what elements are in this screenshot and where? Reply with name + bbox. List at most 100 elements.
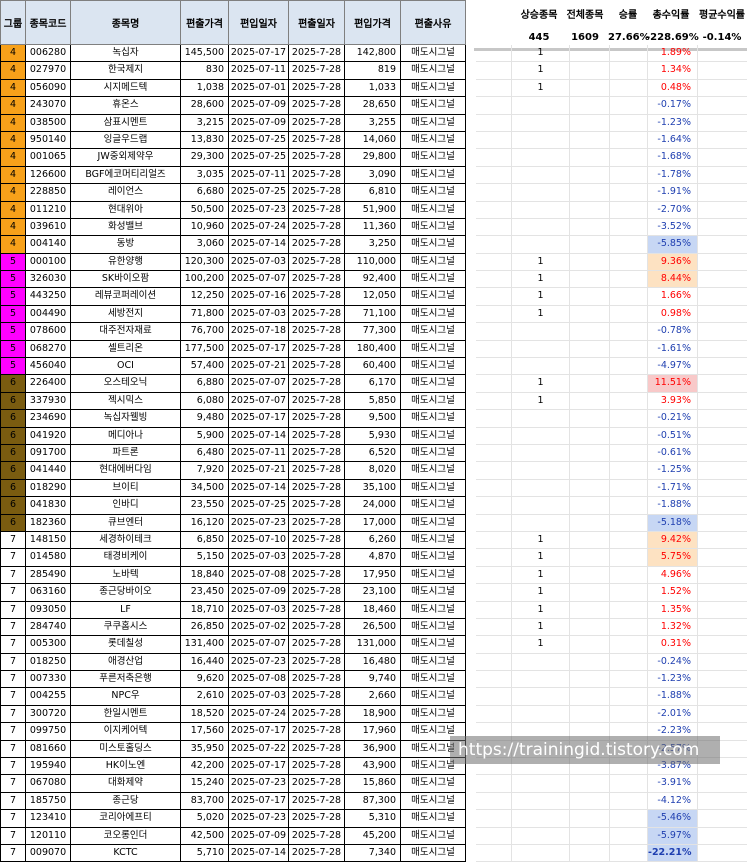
cell-up-flag[interactable] — [512, 323, 570, 341]
cell-code[interactable]: 011210 — [26, 201, 71, 219]
cell-name[interactable]: 현대위아 — [71, 201, 181, 219]
cell-return[interactable]: -1.64% — [648, 131, 698, 150]
cell-name[interactable]: 젝시믹스 — [71, 392, 181, 411]
cell-blank[interactable] — [476, 97, 512, 115]
cell-in-price[interactable]: 28,600 — [181, 97, 229, 115]
cell-name[interactable]: 애경산업 — [71, 653, 181, 672]
cell-name[interactable]: 코오롱인더 — [71, 827, 181, 845]
cell-blank[interactable] — [570, 271, 610, 289]
cell-reason[interactable]: 매도시그널 — [401, 410, 466, 428]
cell-blank[interactable] — [698, 688, 747, 706]
cell-return[interactable]: -5.97% — [648, 827, 698, 845]
cell-name[interactable]: 잉글우드랩 — [71, 131, 181, 150]
cell-blank[interactable] — [570, 184, 610, 202]
table-row[interactable]: 5 326030 SK바이오팜 100,200 2025-07-07 2025-7-28 9… — [0, 271, 747, 289]
cell-blank[interactable] — [570, 253, 610, 272]
cell-blank[interactable] — [698, 62, 747, 80]
cell-up-flag[interactable]: 1 — [512, 271, 570, 289]
cell-blank[interactable] — [610, 792, 648, 811]
table-row[interactable]: 4 038500 삼표시멘트 3,215 2025-07-09 2025-7-28 3,25… — [0, 114, 747, 132]
cell-group[interactable]: 6 — [0, 410, 26, 428]
cell-out-date[interactable]: 2025-7-28 — [289, 444, 345, 463]
cell-blank[interactable] — [476, 305, 512, 324]
cell-code[interactable]: 300720 — [26, 705, 71, 724]
cell-out-date[interactable]: 2025-7-28 — [289, 149, 345, 167]
cell-up-flag[interactable]: 1 — [512, 392, 570, 411]
cell-blank[interactable] — [476, 410, 512, 428]
cell-in-price[interactable]: 2,610 — [181, 688, 229, 706]
cell-return[interactable]: -2.01% — [648, 705, 698, 724]
cell-in-date[interactable]: 2025-07-14 — [229, 844, 289, 862]
cell-in-date[interactable]: 2025-07-23 — [229, 810, 289, 828]
cell-code[interactable]: 284740 — [26, 618, 71, 637]
cell-in-date[interactable]: 2025-07-17 — [229, 758, 289, 776]
cell-reason[interactable]: 매도시그널 — [401, 131, 466, 150]
table-row[interactable]: 7 185750 종근당 83,700 2025-07-17 2025-7-28 87,30… — [0, 792, 747, 811]
cell-blank[interactable] — [610, 688, 648, 706]
cell-return[interactable]: -0.24% — [648, 653, 698, 672]
cell-blank[interactable] — [476, 792, 512, 811]
cell-blank[interactable] — [698, 341, 747, 359]
cell-blank[interactable] — [476, 79, 512, 98]
cell-code[interactable]: 063160 — [26, 584, 71, 602]
cell-in-date[interactable]: 2025-07-16 — [229, 288, 289, 306]
cell-name[interactable]: 레이언스 — [71, 184, 181, 202]
table-row[interactable]: 7 285490 노바텍 18,840 2025-07-08 2025-7-28 17,95… — [0, 566, 747, 585]
cell-up-flag[interactable] — [512, 810, 570, 828]
cell-in-date[interactable]: 2025-07-09 — [229, 584, 289, 602]
cell-in-date[interactable]: 2025-07-23 — [229, 201, 289, 219]
cell-in-date[interactable]: 2025-07-22 — [229, 740, 289, 759]
cell-out-date[interactable]: 2025-7-28 — [289, 323, 345, 341]
cell-in-date[interactable]: 2025-07-03 — [229, 253, 289, 272]
table-row[interactable]: 4 006280 녹십자 145,500 2025-07-17 2025-7-28 142,… — [0, 45, 747, 63]
cell-return[interactable]: -1.78% — [648, 166, 698, 185]
cell-name[interactable]: 종근당바이오 — [71, 584, 181, 602]
cell-up-flag[interactable] — [512, 340, 570, 359]
cell-code[interactable]: 081660 — [26, 740, 71, 759]
cell-out-price[interactable]: 15,860 — [345, 775, 401, 793]
cell-blank[interactable] — [476, 514, 512, 532]
cell-blank[interactable] — [476, 810, 512, 828]
cell-blank[interactable] — [570, 775, 610, 793]
cell-in-date[interactable]: 2025-07-09 — [229, 827, 289, 845]
cell-up-flag[interactable]: 1 — [512, 531, 570, 550]
table-row[interactable]: 4 056090 시지메드텍 1,038 2025-07-01 2025-7-28 1,03… — [0, 79, 747, 98]
cell-in-date[interactable]: 2025-07-23 — [229, 775, 289, 793]
cell-in-date[interactable]: 2025-07-07 — [229, 375, 289, 393]
cell-code[interactable]: 337930 — [26, 392, 71, 411]
cell-name[interactable]: 노바텍 — [71, 566, 181, 585]
table-row[interactable]: 4 027970 한국제지 830 2025-07-11 2025-7-28 819 매도시그… — [0, 62, 747, 80]
cell-out-price[interactable]: 2,660 — [345, 688, 401, 706]
cell-in-price[interactable]: 7,920 — [181, 462, 229, 480]
cell-blank[interactable] — [610, 340, 648, 359]
cell-out-date[interactable]: 2025-7-28 — [289, 236, 345, 254]
cell-in-date[interactable]: 2025-07-21 — [229, 358, 289, 376]
cell-blank[interactable] — [610, 844, 648, 862]
cell-out-price[interactable]: 142,800 — [345, 45, 401, 63]
cell-out-date[interactable]: 2025-7-28 — [289, 97, 345, 115]
cell-reason[interactable]: 매도시그널 — [401, 166, 466, 185]
cell-blank[interactable] — [476, 184, 512, 202]
cell-name[interactable]: 큐브엔터 — [71, 514, 181, 532]
table-row[interactable]: 4 950140 잉글우드랩 13,830 2025-07-25 2025-7-28 14,… — [0, 131, 747, 150]
cell-blank[interactable] — [476, 114, 512, 132]
cell-code[interactable]: 456040 — [26, 358, 71, 376]
cell-group[interactable]: 4 — [0, 45, 26, 63]
cell-return[interactable]: -1.88% — [648, 497, 698, 515]
cell-group[interactable]: 7 — [0, 636, 26, 654]
cell-return[interactable]: -4.12% — [648, 792, 698, 811]
cell-in-date[interactable]: 2025-07-11 — [229, 166, 289, 185]
cell-out-date[interactable]: 2025-7-28 — [289, 792, 345, 811]
cell-name[interactable]: NPC우 — [71, 688, 181, 706]
cell-group[interactable]: 6 — [0, 497, 26, 515]
cell-in-date[interactable]: 2025-07-09 — [229, 97, 289, 115]
cell-out-date[interactable]: 2025-7-28 — [289, 671, 345, 689]
cell-out-price[interactable]: 3,255 — [345, 114, 401, 132]
cell-group[interactable]: 5 — [0, 305, 26, 324]
cell-up-flag[interactable] — [512, 705, 570, 724]
summary-avg[interactable]: 평균수익률 -0.14% — [696, 0, 747, 48]
cell-blank[interactable] — [570, 392, 610, 411]
cell-blank[interactable] — [698, 236, 747, 254]
cell-up-flag[interactable]: 1 — [512, 62, 570, 80]
cell-blank[interactable] — [698, 567, 747, 585]
